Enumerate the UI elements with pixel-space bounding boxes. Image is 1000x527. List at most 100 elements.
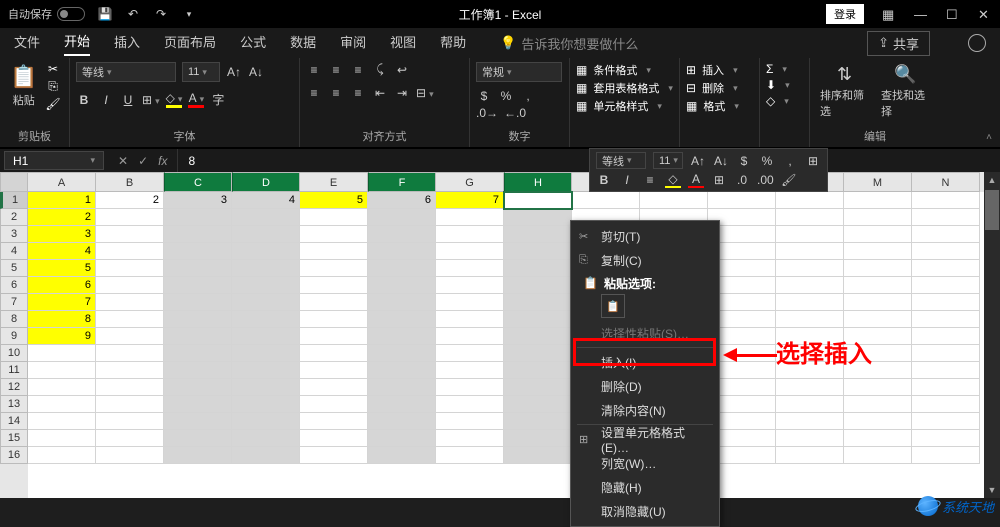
cell[interactable] xyxy=(504,328,572,345)
align-center-icon[interactable]: ≡ xyxy=(328,86,344,100)
cell[interactable]: 7 xyxy=(28,294,96,311)
mini-bold-icon[interactable]: B xyxy=(596,173,612,187)
cut-icon[interactable]: ✂ xyxy=(45,62,60,76)
format-painter-icon[interactable]: 🖌 xyxy=(45,97,60,111)
tab-insert[interactable]: 插入 xyxy=(114,32,140,55)
cell[interactable] xyxy=(844,260,912,277)
cell[interactable]: 6 xyxy=(28,277,96,294)
wrap-text-icon[interactable]: ↩ xyxy=(394,63,410,77)
cell[interactable] xyxy=(164,294,232,311)
cell[interactable] xyxy=(164,226,232,243)
cell[interactable] xyxy=(232,413,300,430)
cm-paste-default[interactable]: 📋 xyxy=(601,294,625,318)
cell[interactable] xyxy=(504,277,572,294)
cell[interactable] xyxy=(232,379,300,396)
cell[interactable] xyxy=(776,430,844,447)
cell[interactable] xyxy=(436,413,504,430)
cell[interactable] xyxy=(844,379,912,396)
cell[interactable] xyxy=(96,362,164,379)
fx-icon[interactable]: fx xyxy=(158,154,167,168)
redo-icon[interactable]: ↷ xyxy=(153,6,169,22)
cell[interactable] xyxy=(436,328,504,345)
cell[interactable] xyxy=(368,379,436,396)
cell[interactable] xyxy=(232,328,300,345)
col-header[interactable]: D xyxy=(232,172,300,192)
cell[interactable]: 9 xyxy=(28,328,96,345)
tab-home[interactable]: 开始 xyxy=(64,31,90,56)
tab-layout[interactable]: 页面布局 xyxy=(164,32,216,55)
cell[interactable] xyxy=(776,379,844,396)
copy-icon[interactable]: ⎘ xyxy=(45,79,60,94)
minimize-icon[interactable]: — xyxy=(914,7,928,21)
cell[interactable] xyxy=(164,277,232,294)
cell[interactable] xyxy=(844,243,912,260)
cell[interactable] xyxy=(436,226,504,243)
percent-icon[interactable]: % xyxy=(498,89,514,103)
cell[interactable] xyxy=(164,396,232,413)
cm-format-cells[interactable]: ⊞设置单元格格式(E)… xyxy=(571,427,719,451)
align-right-icon[interactable]: ≡ xyxy=(350,86,366,100)
cell[interactable] xyxy=(504,243,572,260)
cell[interactable] xyxy=(164,379,232,396)
find-select-button[interactable]: 🔍 查找和选择 xyxy=(877,62,934,121)
conditional-format-button[interactable]: ▦条件格式▾ xyxy=(576,62,651,78)
cell[interactable] xyxy=(776,277,844,294)
cell[interactable] xyxy=(844,294,912,311)
decrease-font-icon[interactable]: A↓ xyxy=(248,65,264,79)
cell[interactable] xyxy=(504,226,572,243)
cell[interactable] xyxy=(164,260,232,277)
row-header[interactable]: 4 xyxy=(0,243,28,260)
cm-col-width[interactable]: 列宽(W)… xyxy=(571,451,719,475)
mini-fill-icon[interactable]: ◇ xyxy=(665,172,681,188)
cell[interactable] xyxy=(912,243,980,260)
cell[interactable]: 3 xyxy=(164,192,232,209)
row-header[interactable]: 1 xyxy=(0,192,28,209)
cell[interactable] xyxy=(300,396,368,413)
name-box[interactable]: H1▾ xyxy=(4,151,104,170)
cell[interactable] xyxy=(232,260,300,277)
undo-icon[interactable]: ↶ xyxy=(125,6,141,22)
cell[interactable] xyxy=(776,396,844,413)
cell[interactable] xyxy=(300,413,368,430)
autosave-toggle[interactable]: 自动保存 xyxy=(8,6,85,22)
format-cells-button[interactable]: ▦格式▾ xyxy=(686,98,739,114)
cell[interactable] xyxy=(28,413,96,430)
enter-formula-icon[interactable]: ✓ xyxy=(138,154,148,168)
cell[interactable] xyxy=(96,311,164,328)
border-button[interactable]: ⊞▾ xyxy=(142,93,160,107)
close-icon[interactable]: ✕ xyxy=(978,7,992,21)
cm-hide[interactable]: 隐藏(H) xyxy=(571,475,719,499)
align-middle-icon[interactable]: ≡ xyxy=(328,63,344,77)
cell[interactable] xyxy=(504,447,572,464)
col-header[interactable]: H xyxy=(504,172,572,192)
cell[interactable] xyxy=(300,328,368,345)
cell[interactable] xyxy=(300,277,368,294)
tab-help[interactable]: 帮助 xyxy=(440,32,466,55)
row-header[interactable]: 15 xyxy=(0,430,28,447)
italic-button[interactable]: I xyxy=(98,93,114,107)
increase-decimal-icon[interactable]: .0→ xyxy=(476,106,498,120)
cell[interactable] xyxy=(300,430,368,447)
cell[interactable] xyxy=(436,345,504,362)
row-header[interactable]: 9 xyxy=(0,328,28,345)
cell[interactable] xyxy=(28,396,96,413)
cell[interactable] xyxy=(368,430,436,447)
cell[interactable] xyxy=(300,447,368,464)
scroll-up-icon[interactable]: ▲ xyxy=(984,172,1000,188)
cm-insert[interactable]: 插入(I) xyxy=(571,350,719,374)
cell[interactable] xyxy=(96,260,164,277)
cell[interactable] xyxy=(300,243,368,260)
cell[interactable] xyxy=(368,294,436,311)
cell[interactable] xyxy=(912,192,980,209)
cell[interactable] xyxy=(436,311,504,328)
mini-border-icon[interactable]: ⊞ xyxy=(805,154,821,168)
cell[interactable] xyxy=(436,362,504,379)
cell[interactable] xyxy=(436,243,504,260)
cell[interactable] xyxy=(572,192,640,209)
cell[interactable] xyxy=(96,379,164,396)
cell[interactable] xyxy=(776,413,844,430)
row-header[interactable]: 7 xyxy=(0,294,28,311)
cell[interactable] xyxy=(844,311,912,328)
cell[interactable] xyxy=(232,226,300,243)
cm-copy[interactable]: ⎘复制(C) xyxy=(571,248,719,272)
